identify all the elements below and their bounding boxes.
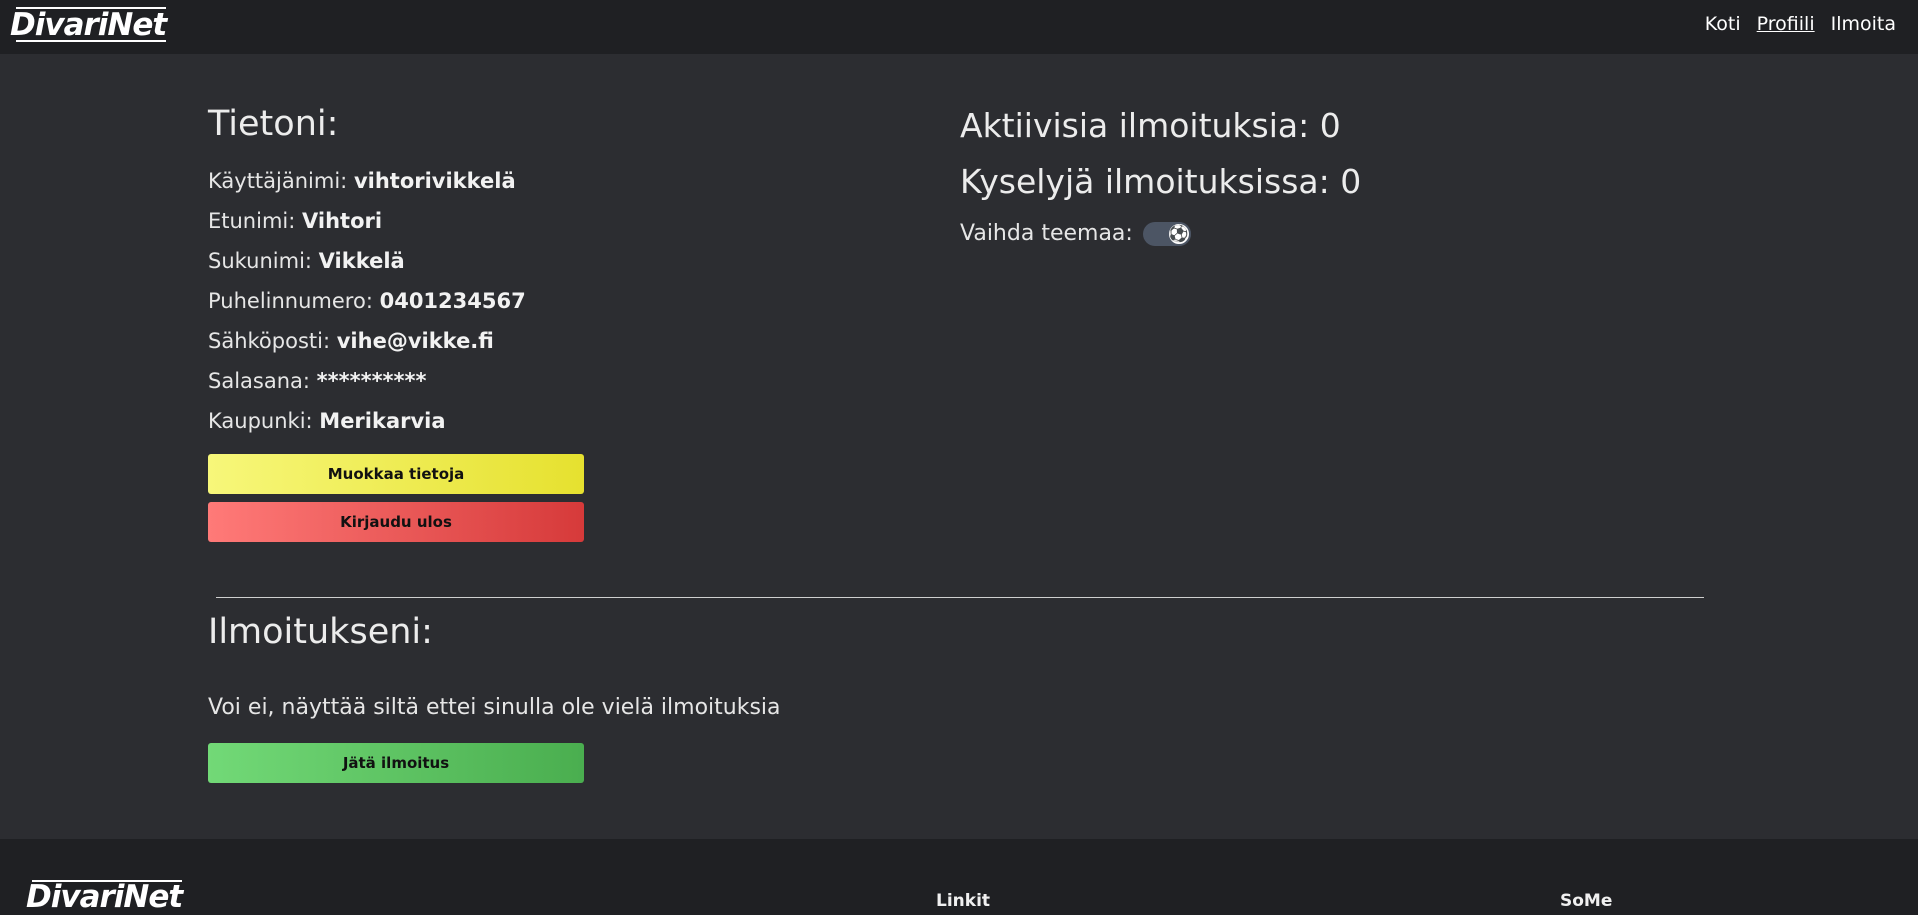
footer-logo[interactable]: DivariNet: [26, 879, 183, 915]
info-row-city: Kaupunki: Merikarvia: [208, 406, 526, 446]
nav-link-ilmoita[interactable]: Ilmoita: [1831, 13, 1896, 35]
nav-link-koti[interactable]: Koti: [1705, 13, 1741, 35]
info-row-username: Käyttäjänimi: vihtorivikkelä: [208, 166, 526, 206]
info-value: Vihtori: [302, 209, 383, 233]
info-label: Käyttäjänimi:: [208, 169, 348, 193]
info-label: Puhelinnumero:: [208, 289, 373, 313]
empty-ads-message: Voi ei, näyttää siltä ettei sinulla ole …: [208, 695, 781, 720]
info-value: Merikarvia: [319, 409, 446, 433]
info-value: Vikkelä: [318, 249, 405, 273]
info-row-lastname: Sukunimi: Vikkelä: [208, 246, 526, 286]
nav-link-profiili[interactable]: Profiili: [1757, 13, 1815, 35]
info-value: vihe@vikke.fi: [336, 329, 494, 353]
info-label: Etunimi:: [208, 209, 296, 233]
logout-button[interactable]: Kirjaudu ulos: [208, 502, 584, 542]
info-row-phone: Puhelinnumero: 0401234567: [208, 286, 526, 326]
queries-count: Kyselyjä ilmoituksissa: 0: [960, 162, 1362, 201]
logo[interactable]: DivariNet: [10, 6, 167, 44]
navbar: DivariNet Koti Profiili Ilmoita: [0, 0, 1918, 54]
divider: [216, 597, 1704, 598]
info-label: Sähköposti:: [208, 329, 331, 353]
soccer-ball-icon: ⚽: [1166, 221, 1191, 246]
theme-toggle[interactable]: ⚽: [1142, 221, 1191, 246]
info-value: 0401234567: [379, 289, 526, 313]
info-label: Kaupunki:: [208, 409, 313, 433]
my-ads-heading: Ilmoitukseni:: [208, 612, 433, 652]
info-value: **********: [316, 369, 427, 393]
footer-social-heading: SoMe: [1560, 891, 1613, 911]
profile-info-list: Käyttäjänimi: vihtorivikkelä Etunimi: Vi…: [208, 166, 526, 446]
profile-heading: Tietoni:: [208, 104, 339, 144]
footer-links-heading: Linkit: [936, 891, 991, 911]
info-row-firstname: Etunimi: Vihtori: [208, 206, 526, 246]
info-row-email: Sähköposti: vihe@vikke.fi: [208, 326, 526, 366]
info-value: vihtorivikkelä: [353, 169, 516, 193]
info-label: Salasana:: [208, 369, 310, 393]
theme-switch-row: Vaihda teemaa: ⚽: [960, 221, 1191, 246]
edit-profile-button[interactable]: Muokkaa tietoja: [208, 454, 584, 494]
footer: DivariNet Linkit SoMe: [0, 839, 1918, 915]
nav-links: Koti Profiili Ilmoita: [1705, 13, 1896, 35]
theme-label: Vaihda teemaa:: [960, 221, 1133, 246]
create-ad-button[interactable]: Jätä ilmoitus: [208, 743, 584, 783]
active-ads-count: Aktiivisia ilmoituksia: 0: [960, 106, 1341, 145]
info-row-password: Salasana: **********: [208, 366, 526, 406]
info-label: Sukunimi:: [208, 249, 312, 273]
